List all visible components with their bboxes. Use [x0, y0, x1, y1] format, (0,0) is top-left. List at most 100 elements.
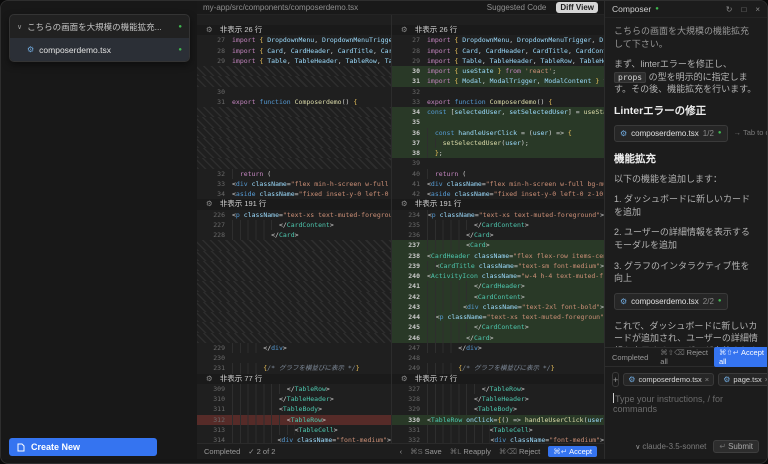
- file-pill-2[interactable]: ⚙ composerdemo.tsx 2/2 ●: [614, 293, 728, 310]
- code-token: aside: [431, 189, 451, 199]
- code-token: TableHeader: [482, 394, 525, 404]
- diff-row: 235</CardContent>: [392, 220, 604, 230]
- explorer-sidebar: ∨ こちらの画面を大規模の機能拡充... ● ⚙ composerdemo.ts…: [1, 1, 198, 459]
- code-token: >: [486, 240, 490, 250]
- line-number: 327: [392, 384, 427, 394]
- diff-row: 327</TableRow>: [392, 384, 604, 394]
- reject-button[interactable]: ⌘⌫Reject: [499, 447, 540, 456]
- file-pill-1[interactable]: ⚙ composerdemo.tsx 1/2 ●: [614, 125, 728, 142]
- diff-row: 229</div>: [197, 343, 391, 353]
- file-item-composerdemo[interactable]: ⚙ composerdemo.tsx ●: [10, 38, 189, 61]
- code-token: >: [525, 394, 529, 404]
- hidden-lines-header[interactable]: ⚙非表示 26 行: [197, 25, 391, 35]
- diff-row: 228</Card>: [197, 230, 391, 240]
- modified-dot-icon: ●: [178, 24, 182, 30]
- line-number: 27: [197, 35, 232, 45]
- line-number: 246: [392, 333, 427, 343]
- code-token: className: [248, 179, 287, 189]
- code-token: function: [259, 97, 294, 107]
- accept-all-button[interactable]: ⌘⇧↵Accept all: [714, 347, 768, 367]
- code-token: Card: [458, 46, 478, 56]
- pop-out-icon[interactable]: □: [741, 5, 746, 14]
- accept-shortcut: ⌘↵: [553, 447, 567, 456]
- code-token: div: [467, 302, 479, 312]
- code-token: Table: [263, 56, 286, 66]
- indent-guides: [427, 292, 474, 302]
- history-icon[interactable]: ↻: [726, 5, 733, 14]
- composer-files-panel: ∨ こちらの画面を大規模の機能拡充... ● ⚙ composerdemo.ts…: [9, 14, 190, 62]
- hidden-lines-header[interactable]: ⚙非表示 191 行: [197, 199, 391, 209]
- line-number: 227: [197, 220, 232, 230]
- accept-button[interactable]: ⌘↵Accept: [548, 446, 597, 457]
- code-token: useState: [584, 107, 604, 117]
- line-number: 29: [392, 56, 427, 66]
- diff-row: 246</Card>: [392, 333, 604, 343]
- hidden-lines-label: 非表示 26 行: [415, 25, 458, 35]
- back-chevron-icon[interactable]: ‹: [400, 447, 403, 456]
- create-new-button[interactable]: Create New: [9, 438, 157, 456]
- tab-diff-view[interactable]: Diff View: [556, 2, 598, 13]
- diff-row: 30import { useState } from 'react';: [392, 66, 604, 76]
- hidden-lines-header[interactable]: ⚙非表示 191 行: [392, 199, 604, 209]
- code-token: "font-medium": [336, 435, 387, 443]
- code-token: (): [501, 415, 513, 425]
- remove-chip-icon[interactable]: ×: [705, 375, 709, 384]
- line-number: 228: [197, 230, 232, 240]
- indent-guides: [427, 138, 443, 148]
- indent-guides: [427, 435, 490, 443]
- diff-row: 240<ActivityIcon className="w-4 h-4 text…: [392, 271, 604, 281]
- indent-guides: [232, 404, 279, 414]
- accept-label: Accept: [569, 447, 592, 456]
- code-token: ,: [501, 107, 509, 117]
- code-token: const: [435, 128, 455, 138]
- code-token: TableRow: [431, 415, 462, 425]
- close-icon[interactable]: ×: [755, 5, 760, 14]
- line-number: 247: [392, 343, 427, 353]
- hidden-lines-header[interactable]: ⚙非表示 77 行: [197, 374, 391, 384]
- text-caret: [613, 393, 614, 403]
- line-number: 38: [392, 148, 427, 158]
- active-dot-icon: ●: [655, 6, 659, 12]
- context-chip-composerdemo[interactable]: ⚙ composerdemo.tsx ×: [623, 373, 714, 386]
- code-token: TableHead: [576, 56, 604, 66]
- inline-code-props: props: [614, 72, 646, 83]
- code-token: ActivityIcon: [431, 271, 478, 281]
- indent-guides: [427, 148, 435, 158]
- tab-suggested-code[interactable]: Suggested Code: [483, 2, 551, 13]
- indent-guides: [232, 415, 287, 425]
- status-counter: ✓ 2 of 2: [248, 447, 275, 456]
- code-token: CardContent: [478, 292, 521, 302]
- line-number: 309: [197, 384, 232, 394]
- line-number: 249: [392, 363, 427, 373]
- reject-label: Reject: [519, 447, 540, 456]
- code-token: export: [232, 97, 259, 107]
- diff-row: 329<TableBody>: [392, 404, 604, 414]
- context-chip-label: composerdemo.tsx: [638, 375, 701, 384]
- indent-guides: [427, 333, 466, 343]
- reapply-button[interactable]: ⌘LReapply: [450, 447, 491, 456]
- file-pill-row-2: ⚙ composerdemo.tsx 2/2 ●: [614, 293, 758, 310]
- submit-button[interactable]: ↵Submit: [713, 440, 759, 453]
- composer-files-group[interactable]: ∨ こちらの画面を大規模の機能拡充... ●: [10, 15, 189, 38]
- indent-guides: [427, 281, 474, 291]
- fold-gear-icon: ⚙: [206, 25, 213, 35]
- hidden-lines-header[interactable]: ⚙非表示 77 行: [392, 374, 604, 384]
- diff-row: 231{/* グラフを横並びに表示 */}: [197, 363, 391, 373]
- reject-all-button[interactable]: ⌘⇧⌫Reject all: [660, 348, 708, 366]
- diff-filler-row: [197, 302, 391, 312]
- hidden-lines-header[interactable]: ⚙非表示 26 行: [392, 25, 604, 35]
- line-number: 310: [197, 394, 232, 404]
- code-token: div: [281, 435, 293, 443]
- model-selector[interactable]: ∨ claude-3.5-sonnet: [635, 442, 706, 451]
- add-context-button[interactable]: +: [612, 372, 619, 387]
- code-token: "text-2xl font-bold": [522, 302, 600, 312]
- diff-row: 33<div className="flex min-h-screen w-fu…: [197, 179, 391, 189]
- line-number: 234: [392, 210, 427, 220]
- line-number: 42: [392, 189, 427, 199]
- diff-pane-original: ⚙非表示 26 行27import { DropdownMenu, Dropdo…: [197, 15, 392, 443]
- code-token: Card: [263, 46, 283, 56]
- save-button[interactable]: ⌘SSave: [410, 447, 442, 456]
- instructions-input[interactable]: Type your instructions, / for commands: [605, 390, 767, 440]
- code-token: className: [240, 210, 279, 220]
- context-chip-page[interactable]: ⚙ page.tsx ×: [718, 373, 768, 386]
